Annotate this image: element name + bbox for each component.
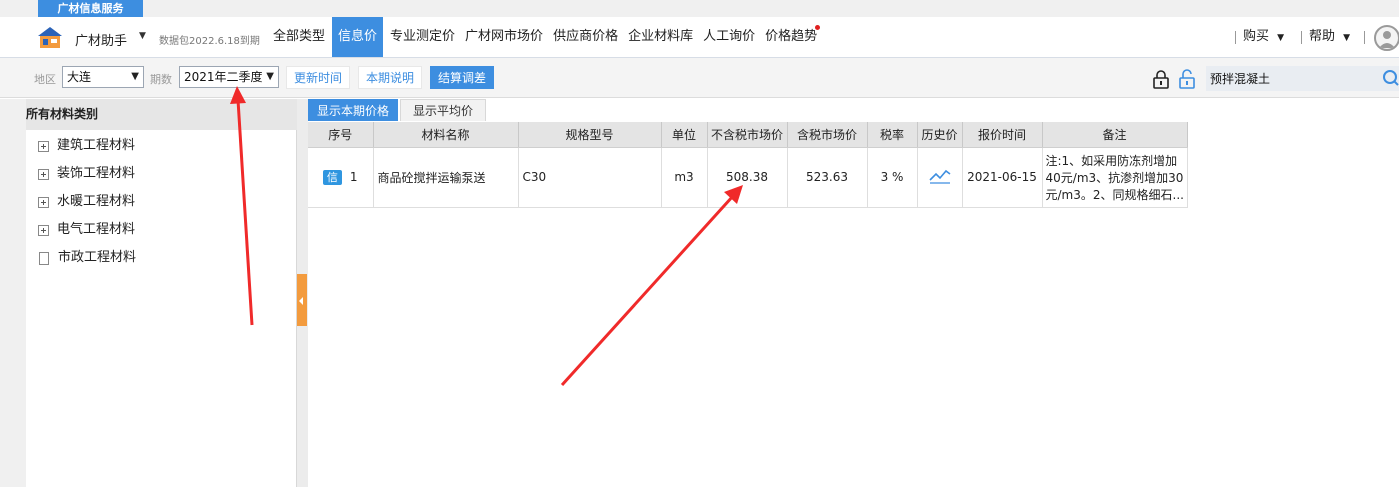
table-row[interactable]: 信1 商品砼搅拌运输泵送 C30 m3 508.38 523.63 3 % 20… <box>308 147 1188 208</box>
category-tree-panel: 所有材料类别 建筑工程材料 装饰工程材料 水暖工程材料 电气工程材料 市政工程材… <box>26 99 297 487</box>
filter-bar: 地区 大连 ▼ 期数 2021年二季度 ▼ 更新时间 本期说明 结算调差 <box>0 58 1399 98</box>
column-header[interactable]: 报价时间 <box>962 122 1043 148</box>
price-inc-tax-cell: 523.63 <box>787 147 868 208</box>
divider <box>1301 31 1302 44</box>
lock-icon[interactable] <box>1151 69 1171 89</box>
tax-rate-cell: 3 % <box>867 147 918 208</box>
note-cell: 注:1、如采用防冻剂增加40元/m3、抗渗剂增加30元/m3。2、同规格细石..… <box>1042 147 1188 208</box>
period-description-button[interactable]: 本期说明 <box>358 66 423 89</box>
row-index-cell: 信1 <box>308 147 374 208</box>
nav-item-price-trend-label: 价格趋势 <box>765 29 818 44</box>
app-logo-icon <box>38 27 62 48</box>
category-tree-title: 所有材料类别 <box>26 107 99 121</box>
material-name-cell: 商品砼搅拌运输泵送 <box>373 147 519 208</box>
app-menu-caret-icon[interactable]: ▼ <box>139 31 146 41</box>
tree-item-label: 建筑工程材料 <box>57 138 136 153</box>
period-select-value: 2021年二季度 <box>184 70 263 84</box>
tree-item-municipal[interactable]: 市政工程材料 <box>38 248 136 268</box>
tree-item-label: 市政工程材料 <box>58 250 137 265</box>
tree-item-label: 水暖工程材料 <box>57 194 136 209</box>
tree-item-label: 装饰工程材料 <box>57 166 136 181</box>
category-tree-header: 所有材料类别 <box>26 99 297 130</box>
column-header[interactable]: 不含税市场价 <box>707 122 788 148</box>
table-header-row: 序号 材料名称 规格型号 单位 不含税市场价 含税市场价 税率 历史价 报价时间… <box>308 122 1188 148</box>
search-input[interactable] <box>1206 66 1370 91</box>
tree-item-plumbing[interactable]: 水暖工程材料 <box>38 192 135 212</box>
settle-adjust-button[interactable]: 结算调差 <box>430 66 495 89</box>
buy-menu-label: 购买 <box>1243 29 1270 44</box>
app-window: 广材信息服务 广材助手 ▼ 数据包2022.6.18到期 全部类型 信息价 专业… <box>0 0 1399 487</box>
app-name[interactable]: 广材助手 <box>75 30 127 49</box>
plus-expander-icon[interactable] <box>38 140 49 152</box>
tree-item-label: 电气工程材料 <box>57 222 136 237</box>
price-table: 序号 材料名称 规格型号 单位 不含税市场价 含税市场价 税率 历史价 报价时间… <box>308 122 1188 208</box>
column-header[interactable]: 税率 <box>867 122 918 148</box>
period-label: 期数 <box>150 73 172 86</box>
chevron-down-icon: ▼ <box>1277 33 1285 43</box>
document-icon <box>39 251 49 265</box>
column-header[interactable]: 历史价 <box>917 122 963 148</box>
service-tab-strip: 广材信息服务 <box>0 0 1399 17</box>
plus-expander-icon[interactable] <box>38 224 49 236</box>
region-select-value: 大连 <box>67 70 92 84</box>
divider <box>1235 31 1236 44</box>
collapse-panel-icon[interactable] <box>297 274 307 326</box>
unlock-icon[interactable] <box>1177 69 1197 89</box>
tab-average-price[interactable]: 显示平均价 <box>400 99 487 121</box>
nav-item-enterprise-library[interactable]: 企业材料库 <box>625 17 696 57</box>
region-select[interactable]: 大连 ▼ <box>62 66 144 88</box>
row-index: 1 <box>349 169 358 184</box>
chevron-down-icon: ▼ <box>1343 33 1351 43</box>
help-menu[interactable]: 帮助 ▼ <box>1309 17 1350 57</box>
column-header[interactable]: 规格型号 <box>518 122 662 148</box>
tab-current-price[interactable]: 显示本期价格 <box>308 99 399 121</box>
divider <box>1364 31 1365 44</box>
nav-item-info-price[interactable]: 信息价 <box>332 17 384 57</box>
region-label: 地区 <box>34 73 56 86</box>
search-button[interactable] <box>1370 66 1399 91</box>
main-nav: 全部类型 信息价 专业测定价 广材网市场价 供应商价格 企业材料库 人工询价 价… <box>268 17 822 57</box>
column-header[interactable]: 序号 <box>308 122 374 148</box>
unit-cell: m3 <box>661 147 708 208</box>
buy-menu[interactable]: 购买 ▼ <box>1243 17 1284 57</box>
update-time-button[interactable]: 更新时间 <box>286 66 351 89</box>
column-header[interactable]: 材料名称 <box>373 122 519 148</box>
plus-expander-icon[interactable] <box>38 196 49 208</box>
price-content: 显示本期价格 显示平均价 序号 材料名称 规格型号 单位 不含税市场价 含税市场… <box>308 99 1399 487</box>
nav-item-price-trend[interactable]: 价格趋势 <box>762 17 821 57</box>
nav-item-market-price[interactable]: 广材网市场价 <box>462 17 546 57</box>
spec-cell: C30 <box>518 147 662 208</box>
tree-item-electrical[interactable]: 电气工程材料 <box>38 220 135 240</box>
left-rail <box>0 99 26 487</box>
nav-item-manual-inquiry[interactable]: 人工询价 <box>700 17 758 57</box>
history-cell <box>917 147 963 208</box>
nav-item-supplier-price[interactable]: 供应商价格 <box>550 17 621 57</box>
notification-dot-icon <box>815 25 821 30</box>
user-avatar-icon[interactable] <box>1374 25 1399 51</box>
tree-item-building[interactable]: 建筑工程材料 <box>38 136 135 156</box>
trend-chart-icon[interactable] <box>928 168 951 184</box>
service-tab[interactable]: 广材信息服务 <box>38 0 143 17</box>
price-ex-tax-cell: 508.38 <box>707 147 788 208</box>
column-header[interactable]: 含税市场价 <box>787 122 868 148</box>
period-select[interactable]: 2021年二季度 ▼ <box>179 66 279 88</box>
nav-item-all-types[interactable]: 全部类型 <box>270 17 328 57</box>
nav-item-professional-price[interactable]: 专业测定价 <box>387 17 458 57</box>
info-price-tag-icon: 信 <box>322 169 342 185</box>
price-subtabs: 显示本期价格 显示平均价 <box>308 99 488 121</box>
package-expiry-note: 数据包2022.6.18到期 <box>159 36 260 47</box>
column-header[interactable]: 单位 <box>661 122 708 148</box>
plus-expander-icon[interactable] <box>38 168 49 180</box>
help-menu-label: 帮助 <box>1309 29 1336 44</box>
column-header[interactable]: 备注 <box>1042 122 1188 148</box>
search-icon <box>1383 70 1399 86</box>
quote-date-cell: 2021-06-15 <box>962 147 1043 208</box>
chevron-down-icon: ▼ <box>266 71 274 82</box>
tree-item-decoration[interactable]: 装饰工程材料 <box>38 164 135 184</box>
chevron-down-icon: ▼ <box>131 71 139 82</box>
top-navbar: 广材助手 ▼ 数据包2022.6.18到期 全部类型 信息价 专业测定价 广材网… <box>0 17 1399 58</box>
